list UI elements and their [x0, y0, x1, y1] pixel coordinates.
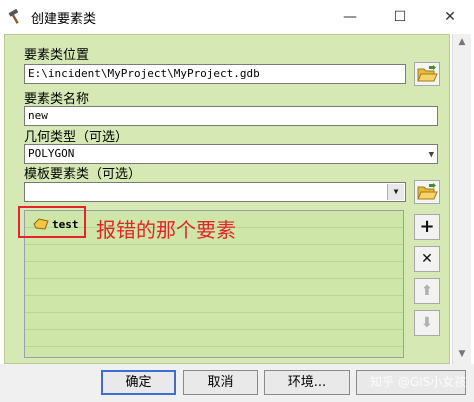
window-title: 创建要素类	[31, 12, 97, 27]
geometry-value: POLYGON	[28, 147, 75, 160]
maximize-button[interactable]: ☐	[380, 4, 420, 30]
folder-open-icon	[417, 65, 438, 82]
vertical-scrollbar[interactable]: ▲ ▼	[452, 34, 471, 364]
folder-open-icon	[417, 183, 438, 200]
watermark-text: 知乎 @GIS小女孩	[370, 375, 467, 389]
scroll-down-icon[interactable]: ▼	[456, 348, 468, 360]
create-feature-class-dialog: 创建要素类 — ☐ ✕ ▲ ▼ 要素类位置 E:\incident\MyProj…	[0, 0, 474, 402]
title-bar: 创建要素类 — ☐ ✕	[0, 0, 474, 34]
hammer-icon	[8, 9, 19, 24]
add-button[interactable]: +	[414, 214, 440, 240]
template-browse-button[interactable]	[414, 180, 440, 204]
remove-button[interactable]: ✕	[414, 246, 440, 272]
environments-button[interactable]: 环境...	[264, 370, 350, 395]
chevron-down-icon: ▼	[428, 150, 434, 160]
location-label: 要素类位置	[24, 48, 90, 63]
name-field[interactable]: new	[24, 106, 438, 126]
location-browse-button[interactable]	[414, 62, 440, 86]
close-button[interactable]: ✕	[430, 4, 470, 30]
move-up-button[interactable]: ⬆	[414, 278, 440, 304]
template-label: 模板要素类（可选）	[24, 167, 142, 182]
location-field[interactable]: E:\incident\MyProject\MyProject.gdb	[24, 64, 406, 84]
template-combo[interactable]: ▼	[24, 182, 406, 202]
name-label: 要素类名称	[24, 92, 90, 107]
cancel-button[interactable]: 取消	[183, 370, 258, 395]
move-down-button[interactable]: ⬇	[414, 310, 440, 336]
error-highlight-box	[18, 206, 86, 238]
ok-button[interactable]: 确定	[101, 370, 176, 395]
minimize-button[interactable]: —	[330, 4, 370, 30]
geometry-select[interactable]: POLYGON ▼	[24, 144, 438, 164]
scroll-up-icon[interactable]: ▲	[456, 36, 468, 48]
error-annotation: 报错的那个要素	[96, 218, 236, 242]
combo-dropdown-icon[interactable]: ▼	[387, 184, 404, 200]
geometry-label: 几何类型（可选）	[24, 130, 129, 145]
